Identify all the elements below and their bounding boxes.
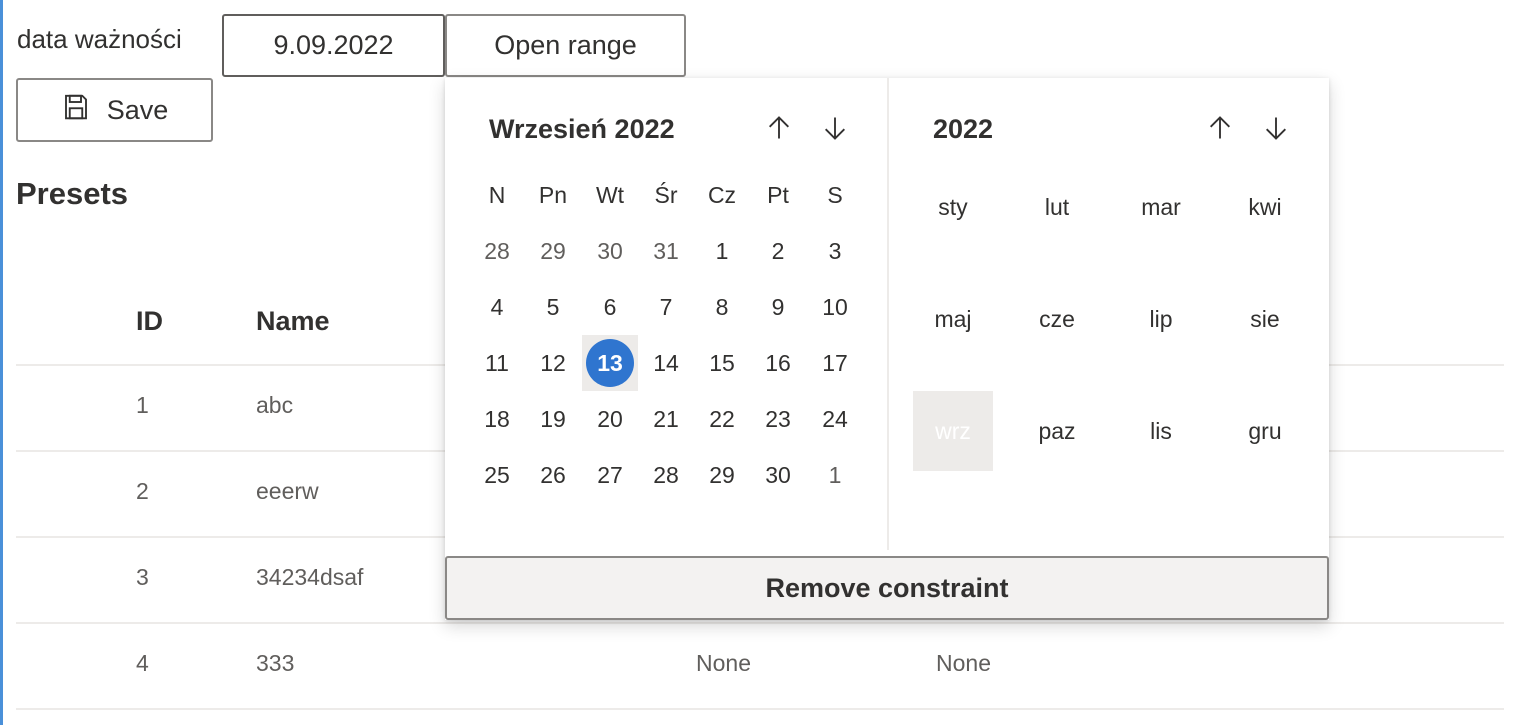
next-month-button[interactable] bbox=[817, 110, 853, 146]
row-name: eeerw bbox=[256, 478, 319, 504]
calendar-day[interactable]: 3 bbox=[807, 223, 863, 279]
arrow-up-icon bbox=[1210, 116, 1230, 139]
calendar-day[interactable]: 1 bbox=[807, 447, 863, 503]
row-id: 2 bbox=[136, 478, 149, 504]
month-lut[interactable]: lut bbox=[1017, 167, 1097, 247]
row-id: 4 bbox=[136, 650, 149, 676]
calendar-day[interactable]: 5 bbox=[525, 279, 581, 335]
row-cell-3: None bbox=[696, 650, 751, 676]
month-kwi[interactable]: kwi bbox=[1225, 167, 1305, 247]
calendar-day[interactable]: 16 bbox=[750, 335, 806, 391]
calendar-day[interactable]: 14 bbox=[638, 335, 694, 391]
arrow-down-icon bbox=[825, 117, 845, 140]
calendar-day[interactable]: 20 bbox=[582, 391, 638, 447]
calendar-day[interactable]: 12 bbox=[525, 335, 581, 391]
save-button-label: Save bbox=[106, 94, 169, 125]
calendar-day[interactable]: 7 bbox=[638, 279, 694, 335]
calendar-day[interactable]: 30 bbox=[750, 447, 806, 503]
arrow-up-icon bbox=[769, 116, 789, 139]
arrow-down-icon bbox=[1266, 117, 1286, 140]
date-picker-callout: Wrzesień 2022 N Pn Wt Śr Cz Pt S 28 29 30 31 1 2 3 4 5… bbox=[445, 78, 1329, 620]
year-title[interactable]: 2022 bbox=[933, 114, 993, 145]
weekday-header: Wt bbox=[595, 182, 625, 208]
row-name: 333 bbox=[256, 650, 295, 676]
calendar-day[interactable]: 23 bbox=[750, 391, 806, 447]
remove-constraint-button[interactable]: Remove constraint bbox=[445, 556, 1329, 620]
calendar-day[interactable]: 26 bbox=[525, 447, 581, 503]
date-input[interactable]: 9.09.2022 bbox=[222, 14, 445, 77]
calendar-day[interactable]: 4 bbox=[469, 279, 525, 335]
table-row[interactable]: 4 333 None None bbox=[16, 624, 1504, 710]
month-title[interactable]: Wrzesień 2022 bbox=[489, 114, 675, 145]
calendar-day[interactable]: 13 bbox=[582, 335, 638, 391]
month-cze[interactable]: cze bbox=[1017, 279, 1097, 359]
calendar-day[interactable]: 30 bbox=[582, 223, 638, 279]
month-maj[interactable]: maj bbox=[913, 279, 993, 359]
prev-month-button[interactable] bbox=[761, 110, 797, 146]
month-lis[interactable]: lis bbox=[1121, 391, 1201, 471]
column-header-id[interactable]: ID bbox=[136, 306, 163, 337]
calendar-day[interactable]: 9 bbox=[750, 279, 806, 335]
calendar-divider bbox=[887, 78, 889, 550]
weekday-header: Pn bbox=[538, 182, 568, 208]
calendar-day[interactable]: 18 bbox=[469, 391, 525, 447]
save-button[interactable]: Save bbox=[16, 78, 213, 142]
row-id: 1 bbox=[136, 392, 149, 418]
month-mar[interactable]: mar bbox=[1121, 167, 1201, 247]
calendar-day[interactable]: 22 bbox=[694, 391, 750, 447]
calendar-day[interactable]: 17 bbox=[807, 335, 863, 391]
calendar-day[interactable]: 24 bbox=[807, 391, 863, 447]
weekday-header: N bbox=[488, 182, 506, 208]
column-header-name[interactable]: Name bbox=[256, 306, 330, 337]
save-icon bbox=[61, 92, 91, 129]
calendar-day[interactable]: 28 bbox=[638, 447, 694, 503]
month-paz[interactable]: paz bbox=[1017, 391, 1097, 471]
month-lip[interactable]: lip bbox=[1121, 279, 1201, 359]
next-year-button[interactable] bbox=[1258, 110, 1294, 146]
open-range-button[interactable]: Open range bbox=[445, 14, 686, 77]
row-id: 3 bbox=[136, 564, 149, 590]
calendar-day[interactable]: 10 bbox=[807, 279, 863, 335]
calendar-day[interactable]: 6 bbox=[582, 279, 638, 335]
calendar-day[interactable]: 25 bbox=[469, 447, 525, 503]
month-sty[interactable]: sty bbox=[913, 167, 993, 247]
row-name: 34234dsaf bbox=[256, 564, 364, 590]
month-sie[interactable]: sie bbox=[1225, 279, 1305, 359]
calendar-day[interactable]: 8 bbox=[694, 279, 750, 335]
calendar-day[interactable]: 15 bbox=[694, 335, 750, 391]
calendar-day[interactable]: 28 bbox=[469, 223, 525, 279]
calendar-day[interactable]: 29 bbox=[694, 447, 750, 503]
weekday-header: S bbox=[827, 182, 843, 208]
left-accent-bar bbox=[0, 0, 3, 725]
calendar-day[interactable]: 19 bbox=[525, 391, 581, 447]
prev-year-button[interactable] bbox=[1202, 110, 1238, 146]
calendar-day[interactable]: 21 bbox=[638, 391, 694, 447]
month-wrz[interactable]: wrz bbox=[913, 391, 993, 471]
calendar-day[interactable]: 2 bbox=[750, 223, 806, 279]
row-name: abc bbox=[256, 392, 294, 418]
row-cell-4: None bbox=[936, 650, 991, 676]
calendar-day[interactable]: 11 bbox=[469, 335, 525, 391]
calendar-day[interactable]: 29 bbox=[525, 223, 581, 279]
calendar-day[interactable]: 27 bbox=[582, 447, 638, 503]
calendar-day[interactable]: 1 bbox=[694, 223, 750, 279]
calendar-day[interactable]: 31 bbox=[638, 223, 694, 279]
weekday-header: Pt bbox=[767, 182, 789, 208]
presets-title: Presets bbox=[16, 176, 129, 211]
selected-day-indicator: 13 bbox=[586, 339, 634, 387]
weekday-header: Śr bbox=[654, 182, 678, 208]
weekday-header: Cz bbox=[707, 182, 737, 208]
date-field-label: data ważności bbox=[17, 24, 182, 54]
month-gru[interactable]: gru bbox=[1225, 391, 1305, 471]
